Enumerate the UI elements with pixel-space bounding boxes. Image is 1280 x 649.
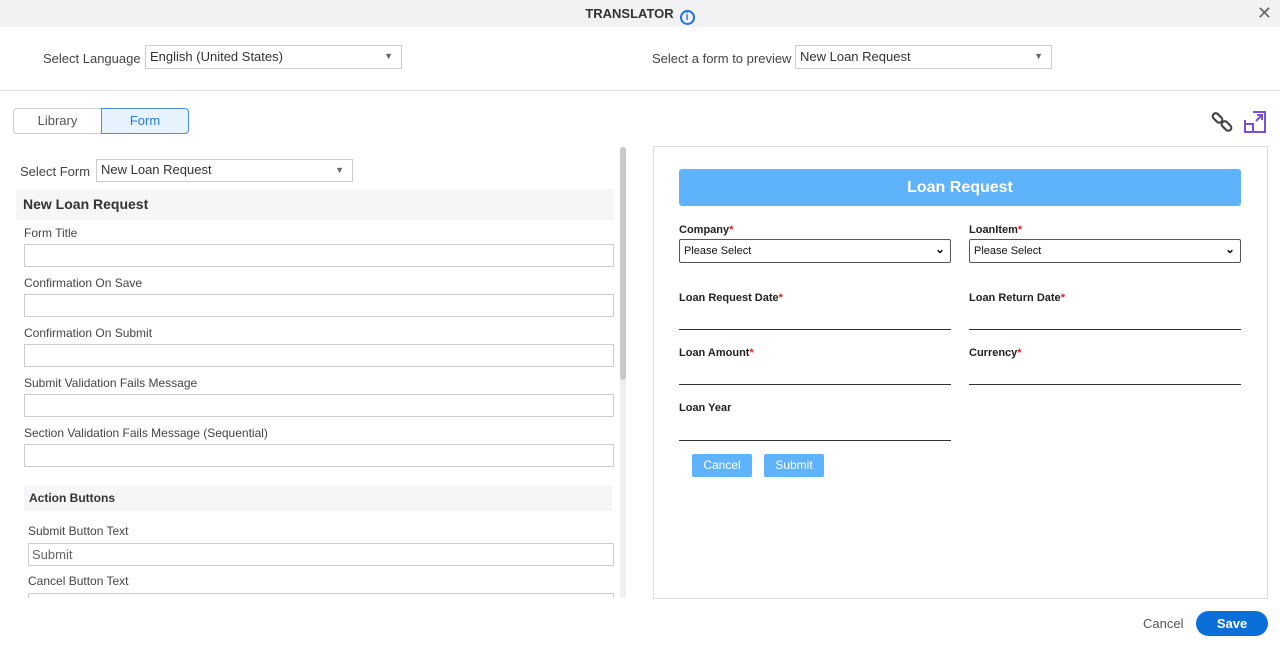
field-input[interactable] (24, 344, 614, 367)
request-date-input[interactable] (679, 329, 951, 330)
amount-label: Loan Amount* (679, 347, 754, 359)
expand-icon[interactable] (1243, 110, 1267, 134)
cancel-button-text-input[interactable] (28, 593, 614, 598)
preview-title: Loan Request (679, 169, 1241, 206)
language-label: Select Language (43, 51, 141, 66)
language-select[interactable]: English (United States) ▼ (145, 45, 402, 69)
field-label: Submit Validation Fails Message (24, 376, 198, 390)
window-title: TRANSLATOR i (0, 6, 1280, 25)
dropdown-arrow-icon: ▼ (1034, 51, 1043, 61)
form-preview (653, 146, 1268, 599)
year-input[interactable] (679, 440, 951, 441)
field-input[interactable] (24, 444, 614, 467)
section-title: New Loan Request (16, 189, 614, 220)
loanitem-select[interactable]: Please Select ⌄ (969, 239, 1241, 263)
close-icon[interactable]: ✕ (1257, 3, 1272, 24)
currency-input[interactable] (969, 384, 1241, 385)
dropdown-arrow-icon: ▼ (384, 51, 393, 61)
year-label: Loan Year (679, 402, 732, 414)
preview-form-value: New Loan Request (800, 49, 911, 64)
return-date-label: Loan Return Date* (969, 292, 1065, 304)
return-date-input[interactable] (969, 329, 1241, 330)
preview-form-select[interactable]: New Loan Request ▼ (795, 45, 1052, 69)
select-form-value: New Loan Request (101, 162, 212, 177)
field-label: Confirmation On Submit (24, 326, 153, 340)
request-date-label: Loan Request Date* (679, 292, 783, 304)
field-label: Submit Button Text (28, 524, 129, 538)
language-value: English (United States) (150, 49, 283, 64)
loanitem-label: LoanItem* (969, 224, 1023, 236)
field-input[interactable] (24, 294, 614, 317)
tab-form[interactable]: Form (101, 108, 189, 134)
field-input[interactable] (24, 394, 614, 417)
company-select[interactable]: Please Select ⌄ (679, 239, 951, 263)
tab-library[interactable]: Library (13, 108, 102, 134)
save-button[interactable]: Save (1196, 611, 1268, 636)
scrollbar-thumb[interactable] (620, 147, 626, 380)
currency-label: Currency* (969, 347, 1022, 359)
cancel-button[interactable]: Cancel (1143, 616, 1183, 631)
chevron-down-icon: ⌄ (1224, 242, 1235, 256)
divider (0, 90, 1280, 91)
field-label: Confirmation On Save (24, 276, 143, 290)
field-input[interactable] (24, 244, 614, 267)
dropdown-arrow-icon: ▼ (335, 165, 344, 175)
preview-form-label: Select a form to preview (652, 51, 792, 66)
preview-cancel-button[interactable]: Cancel (692, 454, 752, 477)
submit-button-text-input[interactable]: Submit (28, 543, 614, 566)
clip (0, 593, 640, 598)
select-form-label: Select Form (20, 164, 91, 179)
select-form-dropdown[interactable]: New Loan Request ▼ (96, 159, 353, 182)
link-icon[interactable] (1210, 110, 1234, 134)
chevron-down-icon: ⌄ (934, 242, 945, 256)
preview-submit-button[interactable]: Submit (764, 454, 824, 477)
info-icon[interactable]: i (679, 10, 695, 25)
field-label: Section Validation Fails Message (Sequen… (24, 426, 268, 440)
field-label: Cancel Button Text (28, 574, 129, 588)
amount-input[interactable] (679, 384, 951, 385)
company-label: Company* (679, 224, 734, 236)
field-label: Form Title (24, 226, 78, 240)
action-buttons-header: Action Buttons (24, 485, 612, 511)
